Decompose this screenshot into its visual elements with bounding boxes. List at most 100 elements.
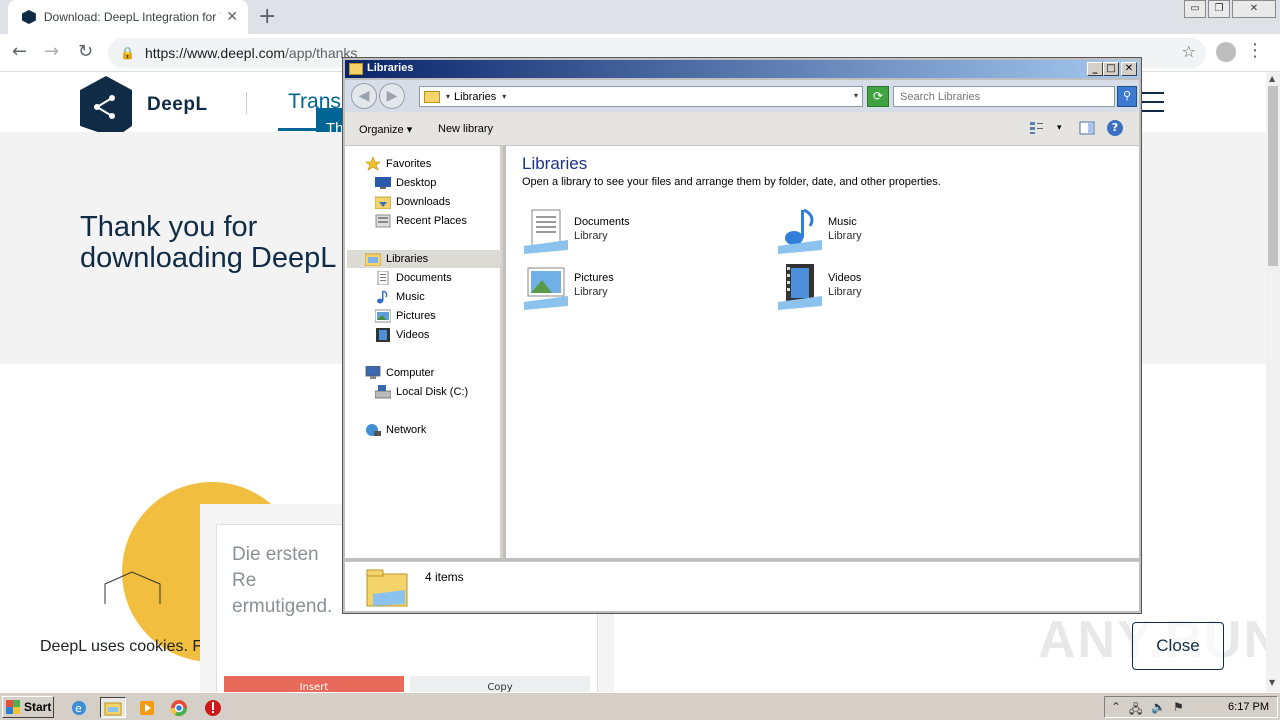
nav-desktop[interactable]: Desktop <box>375 174 436 192</box>
star-icon <box>365 156 381 171</box>
library-music[interactable]: Music Library <box>776 208 996 258</box>
libraries-large-icon <box>366 569 408 607</box>
cookie-close-button[interactable]: Close <box>1132 622 1224 670</box>
explorer-address-row: ◀ ▶ ▾ Libraries ▾ ▾ ⟳ ⚲ <box>345 80 1139 112</box>
explorer-back-icon[interactable]: ◀ <box>351 83 377 109</box>
lock-icon[interactable]: 🔒 <box>120 46 135 60</box>
house-outline-icon <box>104 571 161 604</box>
refresh-icon[interactable]: ⟳ <box>867 86 889 107</box>
nav-network[interactable]: Network <box>365 421 426 439</box>
nav-pictures-label: Pictures <box>396 310 436 322</box>
show-hidden-icons-icon[interactable]: ⌃ <box>1111 700 1121 714</box>
logo-divider <box>246 92 247 114</box>
nav-desktop-label: Desktop <box>396 177 437 189</box>
nav-downloads-label: Downloads <box>396 196 451 208</box>
back-icon[interactable]: ← <box>12 41 27 62</box>
window-close-button[interactable]: ✕ <box>1232 0 1276 18</box>
library-pictures[interactable]: Pictures Library <box>522 264 742 314</box>
nav-local-disk[interactable]: Local Disk (C:) <box>374 383 469 401</box>
cookie-notice: DeepL uses cookies. Fo <box>40 638 200 655</box>
help-icon[interactable]: ? <box>1107 120 1123 136</box>
library-documents[interactable]: Documents Library <box>522 208 742 258</box>
new-tab-button[interactable]: + <box>258 4 276 29</box>
windows-explorer-taskbar-icon[interactable] <box>100 697 126 718</box>
path-segment-libraries[interactable]: Libraries <box>454 91 496 103</box>
nav-downloads[interactable]: Downloads <box>374 193 451 211</box>
nav-computer[interactable]: Computer <box>365 364 434 382</box>
browser-tab[interactable]: Download: DeepL Integration for Wi ✕ <box>8 0 248 34</box>
explorer-close-button[interactable]: ✕ <box>1121 62 1137 76</box>
nav-libraries[interactable]: Libraries <box>347 250 501 268</box>
copy-button[interactable]: Copy <box>410 676 590 692</box>
libraries-folder-icon <box>424 90 440 103</box>
stop-app-icon[interactable] <box>200 697 226 718</box>
hero-title: Thank you for downloading DeepL for Wind… <box>80 212 336 276</box>
nav-documents[interactable]: Documents <box>375 269 452 287</box>
folder-icon <box>349 63 363 75</box>
taskbar: Start e ⌃ 🖧 🔈 ⚑ 6:17 PM <box>0 692 1280 720</box>
url-text: https://www.deepl.com/app/thanks <box>145 45 357 61</box>
browser-menu-icon[interactable]: ⋮ <box>1246 40 1264 61</box>
network-tray-icon[interactable]: 🖧 <box>1129 700 1142 720</box>
chrome-icon[interactable] <box>166 697 192 718</box>
deepl-logo-icon[interactable] <box>80 76 132 140</box>
nav-videos[interactable]: Videos <box>375 326 429 344</box>
media-player-icon[interactable] <box>134 697 160 718</box>
nav-music[interactable]: Music <box>375 288 425 306</box>
scroll-thumb[interactable] <box>1268 86 1278 266</box>
nav-pictures[interactable]: Pictures <box>374 307 436 325</box>
start-button[interactable]: Start <box>2 696 54 718</box>
navigation-pane: Favorites Desktop Downloads Recent Place… <box>345 146 503 558</box>
music-library-icon <box>778 208 822 254</box>
local-disk-icon <box>374 385 392 399</box>
insert-button[interactable]: Insert <box>224 676 404 692</box>
path-history-dropdown-icon[interactable]: ▾ <box>854 91 858 100</box>
explorer-forward-icon[interactable]: ▶ <box>379 83 405 109</box>
library-pictures-name: Pictures <box>574 272 614 284</box>
downloads-folder-icon <box>374 195 392 210</box>
explorer-minimize-button[interactable]: _ <box>1087 62 1103 76</box>
nav-recent-places[interactable]: Recent Places <box>375 212 467 230</box>
action-center-flag-icon[interactable]: ⚑ <box>1173 700 1184 714</box>
content-heading: Libraries <box>522 154 588 173</box>
network-icon <box>365 423 381 437</box>
organize-button[interactable]: Organize ▾ <box>359 123 412 136</box>
nav-local-disk-label: Local Disk (C:) <box>396 386 469 398</box>
view-options-dropdown-icon[interactable]: ▾ <box>1057 122 1062 133</box>
window-minimize-button[interactable]: ▭ <box>1184 0 1206 18</box>
path-chevron-icon[interactable]: ▾ <box>446 92 450 101</box>
explorer-maximize-button[interactable]: □ <box>1103 62 1119 76</box>
library-videos-type: Library <box>828 286 862 298</box>
window-restore-button[interactable]: ❐ <box>1208 0 1230 18</box>
explorer-window: Libraries _ □ ✕ ◀ ▶ ▾ Libraries ▾ ▾ ⟳ ⚲ … <box>342 57 1142 614</box>
page-scrollbar[interactable]: ▲ ▼ <box>1266 72 1280 692</box>
explorer-path-box[interactable]: ▾ Libraries ▾ ▾ <box>419 86 863 107</box>
path-segment-chevron-icon[interactable]: ▾ <box>502 92 506 101</box>
demo-text: Die ersten Re ermutigend. <box>232 544 333 617</box>
volume-icon[interactable]: 🔈 <box>1151 700 1166 714</box>
forward-icon[interactable]: → <box>44 41 59 62</box>
scroll-up-icon[interactable]: ▲ <box>1269 74 1275 83</box>
clock[interactable]: 6:17 PM <box>1228 701 1269 713</box>
explorer-titlebar[interactable]: Libraries _ □ ✕ <box>345 60 1139 78</box>
nav-computer-label: Computer <box>386 367 435 379</box>
new-library-button[interactable]: New library <box>438 123 493 135</box>
tab-close-icon[interactable]: ✕ <box>226 9 238 25</box>
search-icon[interactable]: ⚲ <box>1117 86 1137 107</box>
library-videos[interactable]: Videos Library <box>776 264 996 314</box>
reload-icon[interactable]: ↻ <box>78 41 93 62</box>
preview-pane-icon[interactable] <box>1079 121 1095 135</box>
bookmark-star-icon[interactable]: ☆ <box>1182 42 1196 61</box>
logo-text[interactable]: DeepL <box>147 94 208 116</box>
nav-network-label: Network <box>386 424 427 436</box>
hamburger-menu-icon[interactable] <box>1140 92 1164 119</box>
search-input[interactable] <box>893 86 1115 107</box>
libraries-icon <box>364 252 382 267</box>
music-icon <box>375 290 391 304</box>
profile-avatar[interactable] <box>1216 42 1236 62</box>
change-view-icon[interactable] <box>1029 121 1045 135</box>
internet-explorer-icon[interactable]: e <box>66 697 92 718</box>
scroll-down-icon[interactable]: ▼ <box>1269 678 1275 687</box>
start-label: Start <box>24 700 52 714</box>
nav-favorites[interactable]: Favorites <box>365 155 431 173</box>
